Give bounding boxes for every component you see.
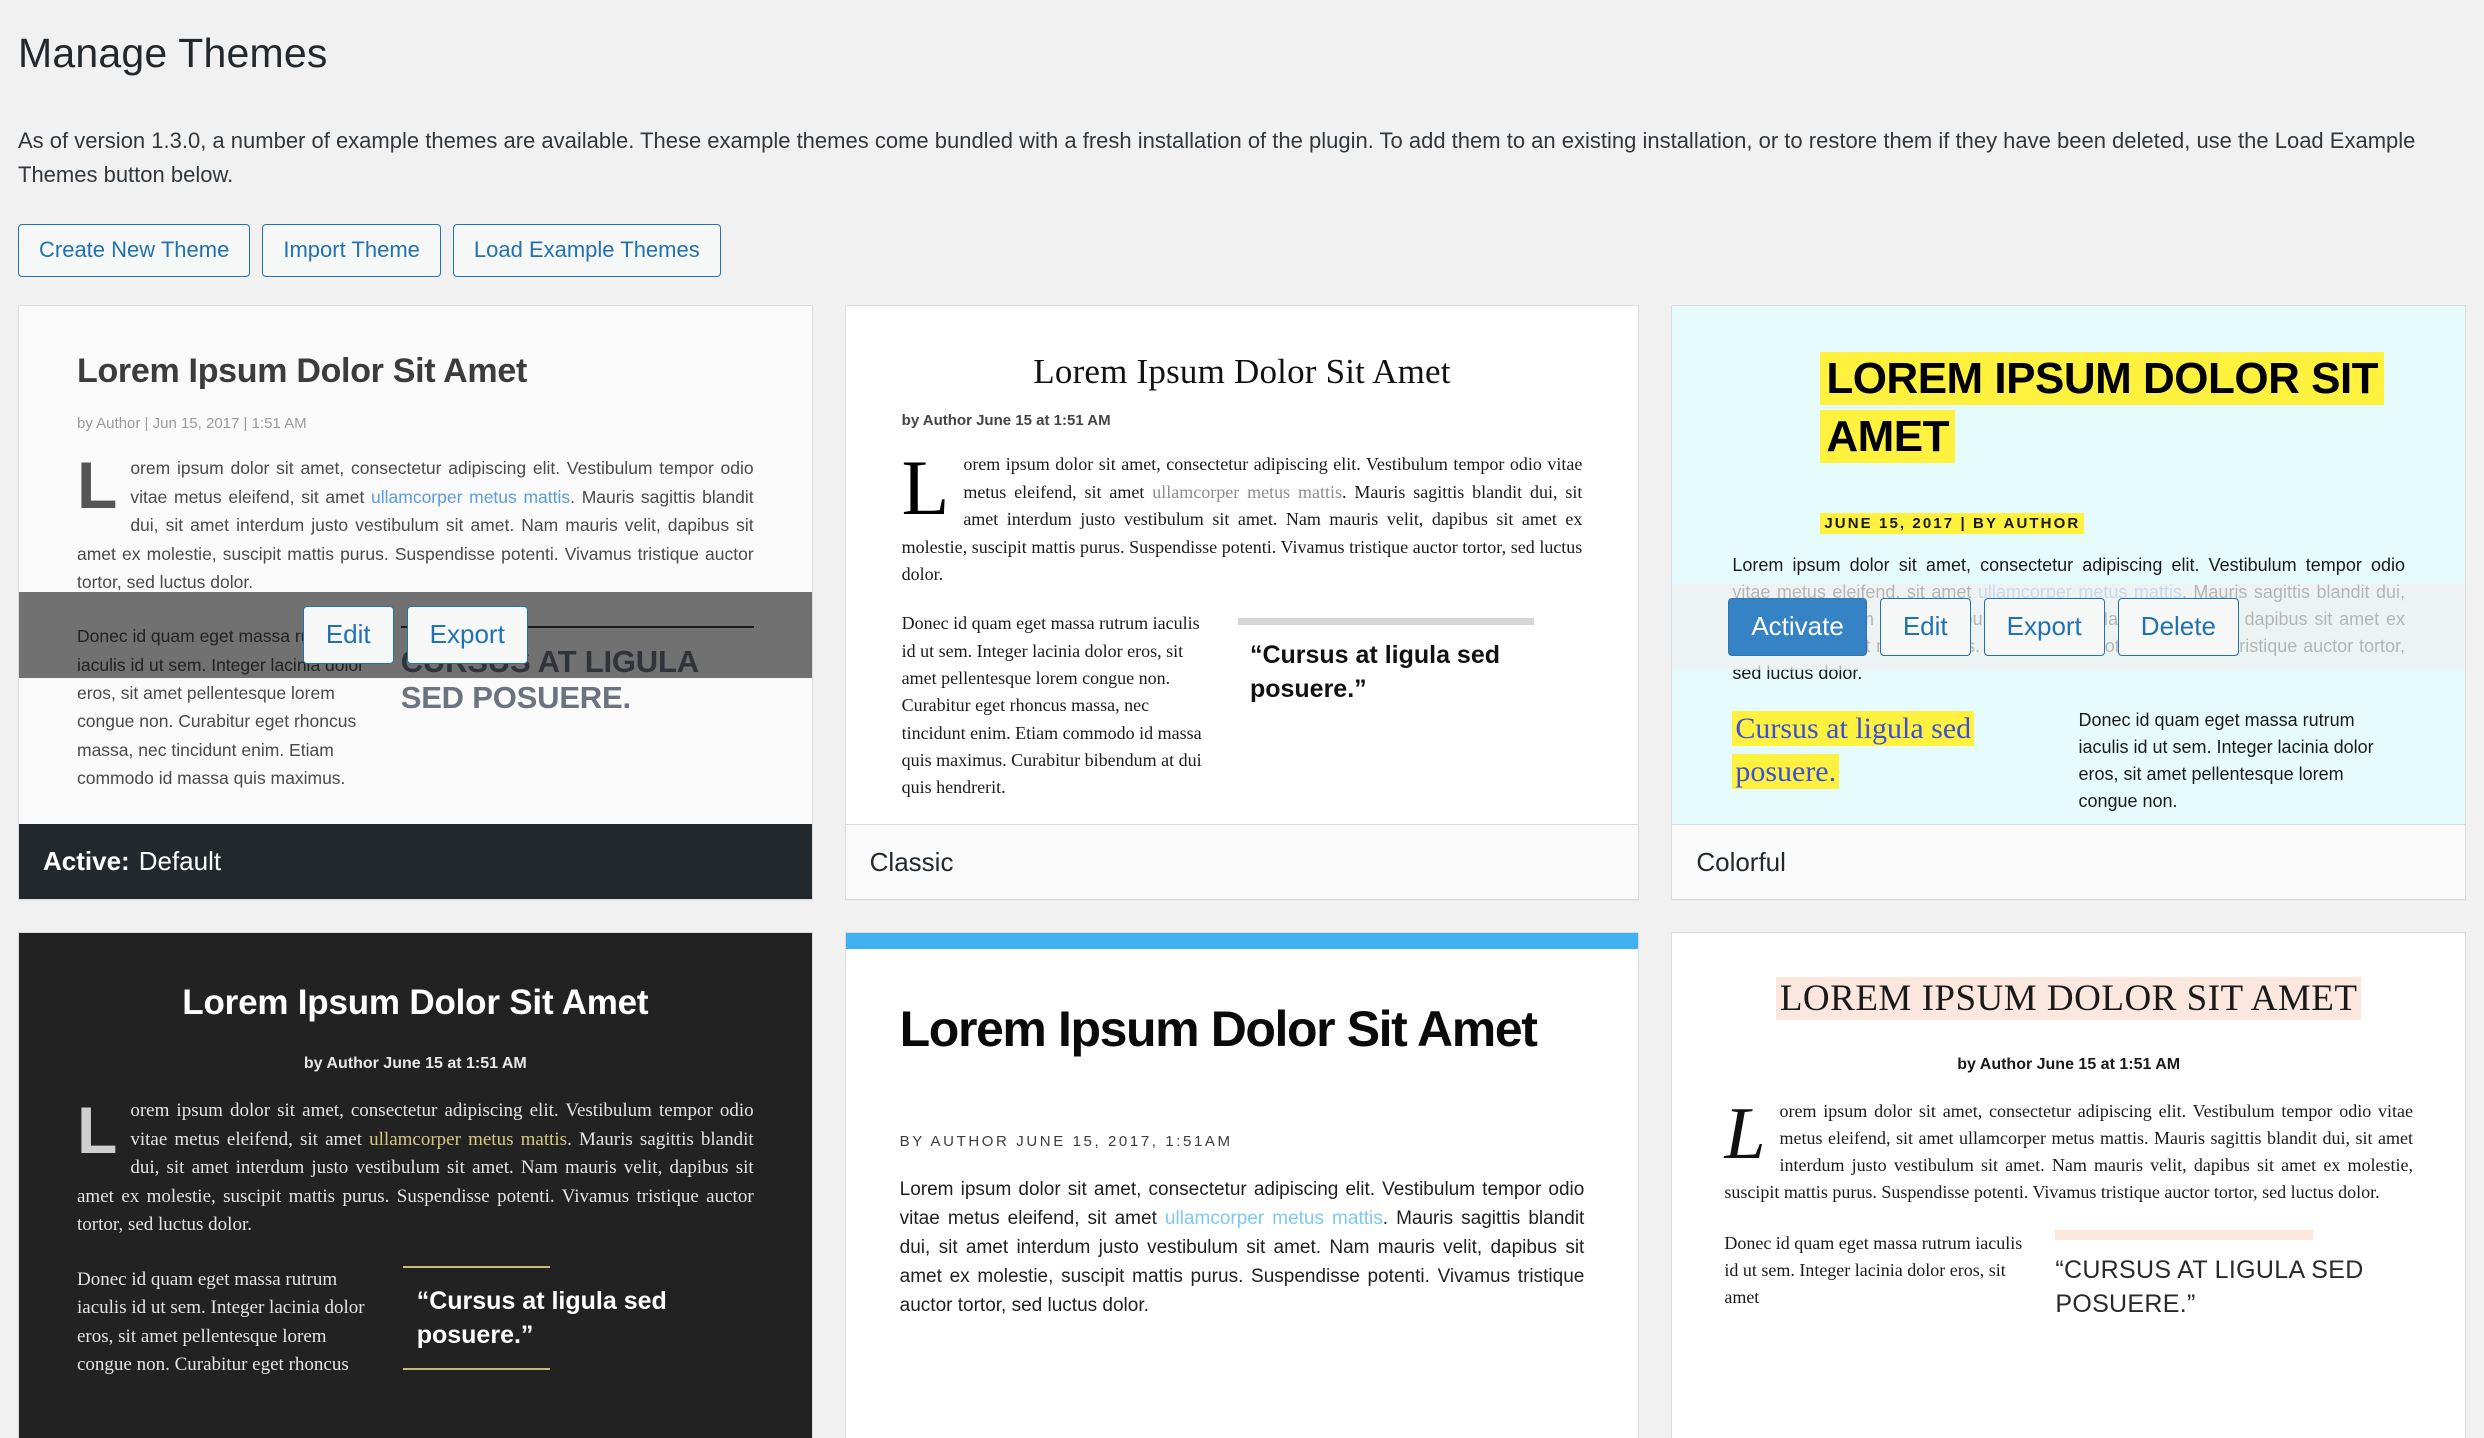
preview-title-wrap: Lorem Ipsum Dolor Sit Amet — [1724, 973, 2413, 1026]
theme-card-dark[interactable]: Lorem Ipsum Dolor Sit Amet by Author Jun… — [18, 932, 813, 1438]
preview-title: Lorem Ipsum Dolor Sit Amet — [77, 352, 527, 391]
import-theme-button[interactable]: Import Theme — [262, 224, 441, 278]
body-link[interactable]: ullamcorper metus mattis — [1152, 482, 1342, 502]
activate-button[interactable]: Activate — [1728, 598, 1867, 657]
quote-rule-bottom — [402, 1367, 551, 1370]
preview-meta: JUNE 15, 2017 | BY AUTHOR — [1820, 512, 2085, 534]
body-link[interactable]: ullamcorper metus mattis — [1165, 1208, 1383, 1229]
preview-meta: BY AUTHOR JUNE 15, 2017, 1:51AM — [899, 1133, 1233, 1151]
theme-preview-elegant: Lorem Ipsum Dolor Sit Amet by Author Jun… — [1672, 933, 2465, 1438]
preview-title: Lorem Ipsum Dolor Sit Amet — [1033, 352, 1451, 392]
create-new-theme-button[interactable]: Create New Theme — [18, 224, 251, 278]
preview-quote: “Cursus at ligula sed posuere.” — [416, 1286, 667, 1349]
preview-quote: “Cursus at ligula sed posuere.” — [1249, 641, 1501, 704]
theme-card-elegant[interactable]: Lorem Ipsum Dolor Sit Amet by Author Jun… — [1671, 932, 2466, 1438]
edit-button[interactable]: Edit — [1879, 598, 1971, 657]
preview-title: Lorem Ipsum Dolor Sit Amet — [1820, 352, 2385, 463]
preview-columns: Donec id quam eget massa rutrum iaculis … — [1724, 1230, 2413, 1322]
theme-name: Colorful — [1696, 846, 1786, 877]
preview-meta: by Author June 15 at 1:51 AM — [303, 1055, 527, 1073]
preview-quote-block: “Cursus at ligula sed posuere.” — [402, 1265, 754, 1380]
theme-card-classic[interactable]: Lorem Ipsum Dolor Sit Amet by Author Jun… — [844, 305, 1640, 901]
preview-quote: Cursus at ligula sed posuere. — [1732, 710, 1975, 790]
preview-meta: by Author June 15 at 1:51 AM — [1957, 1056, 2181, 1074]
preview-columns: Donec id quam eget massa rutrum iaculis … — [902, 610, 1583, 802]
preview-quote-block: “CURSUS AT LIGULA SED POSUERE.” — [2055, 1230, 2413, 1322]
theme-preview-modern: Lorem Ipsum Dolor Sit Amet BY AUTHOR JUN… — [845, 933, 1639, 1438]
accent-topbar — [845, 933, 1639, 950]
body-text-a: orem ipsum dolor sit amet, consectetur a… — [1724, 1101, 2413, 1203]
dropcap: L — [1724, 1093, 1766, 1176]
quote-rule — [1237, 618, 1535, 626]
theme-card-modern[interactable]: Lorem Ipsum Dolor Sit Amet BY AUTHOR JUN… — [844, 932, 1640, 1438]
page-title: Manage Themes — [18, 30, 328, 76]
theme-card-default[interactable]: Lorem Ipsum Dolor Sit Amet by Author | J… — [18, 305, 813, 901]
preview-meta: by Author June 15 at 1:51 AM — [901, 412, 1111, 430]
preview-quote-block: Cursus at ligula sed posuere. — [1732, 707, 2048, 815]
theme-name: Default — [138, 846, 222, 877]
theme-actions-default: Edit Export — [19, 592, 812, 679]
quote-rule — [2055, 1230, 2313, 1241]
preview-inner: Lorem Ipsum Dolor Sit Amet BY AUTHOR JUN… — [846, 949, 1639, 1320]
theme-preview-colorful: Lorem Ipsum Dolor Sit Amet JUNE 15, 2017… — [1672, 306, 2465, 827]
dropcap: L — [901, 444, 950, 532]
edit-button[interactable]: Edit — [302, 606, 394, 665]
preview-quote-block: “Cursus at ligula sed posuere.” — [1237, 610, 1582, 802]
preview-title: Lorem Ipsum Dolor Sit Amet — [899, 1001, 1538, 1058]
manage-themes-page: Manage Themes As of version 1.3.0, a num… — [0, 18, 2484, 1438]
dropcap: L — [77, 1093, 118, 1168]
theme-preview-classic: Lorem Ipsum Dolor Sit Amet by Author Jun… — [845, 306, 1639, 827]
preview-column-text: Donec id quam eget massa rutrum iaculis … — [77, 1268, 365, 1376]
theme-footer-colorful: Colorful — [1672, 824, 2465, 900]
export-button[interactable]: Export — [406, 606, 528, 665]
preview-column-text: Donec id quam eget massa rutrum iaculis … — [901, 613, 1202, 798]
theme-actions-colorful: Activate Edit Export Delete — [1672, 584, 2465, 671]
preview-body: Lorem ipsum dolor sit amet, consectetur … — [77, 1097, 754, 1240]
preview-title: Lorem Ipsum Dolor Sit Amet — [182, 983, 649, 1023]
preview-columns: Donec id quam eget massa rutrum iaculis … — [77, 1265, 754, 1380]
preview-title-wrap: Lorem Ipsum Dolor Sit Amet — [1820, 350, 2405, 464]
preview-title: Lorem Ipsum Dolor Sit Amet — [1775, 977, 2362, 1021]
page-description: As of version 1.3.0, a number of example… — [18, 128, 2416, 188]
body-link[interactable]: ullamcorper metus mattis — [371, 487, 570, 507]
active-label: Active: — [43, 846, 130, 877]
export-button[interactable]: Export — [1983, 598, 2105, 657]
load-example-themes-button[interactable]: Load Example Themes — [452, 224, 721, 278]
quote-rule-top — [402, 1265, 551, 1268]
delete-button[interactable]: Delete — [2117, 598, 2239, 657]
preview-column-text: Donec id quam eget massa rutrum iaculis … — [2078, 709, 2374, 811]
theme-footer-default: Active: Default — [19, 824, 812, 900]
preview-body: Lorem ipsum dolor sit amet, consectetur … — [901, 444, 1583, 588]
preview-meta: by Author | Jun 15, 2017 | 1:51 AM — [77, 415, 307, 433]
theme-grid: Lorem Ipsum Dolor Sit Amet by Author | J… — [18, 305, 2466, 1438]
theme-footer-classic: Classic — [845, 824, 1639, 900]
preview-body: Lorem ipsum dolor sit amet, consectetur … — [900, 1176, 1585, 1320]
preview-quote: “CURSUS AT LIGULA SED POSUERE.” — [2055, 1256, 2364, 1318]
toolbar: Create New Theme Import Theme Load Examp… — [18, 224, 2466, 278]
preview-column-text: Donec id quam eget massa rutrum iaculis … — [1724, 1233, 2023, 1308]
dropcap: L — [77, 448, 118, 523]
body-link[interactable]: ullamcorper metus mattis — [369, 1129, 567, 1150]
theme-name: Classic — [869, 846, 954, 877]
theme-preview-default: Lorem Ipsum Dolor Sit Amet by Author | J… — [19, 306, 812, 827]
preview-body: Lorem ipsum dolor sit amet, consectetur … — [77, 448, 754, 596]
preview-columns: Cursus at ligula sed posuere. Donec id q… — [1732, 707, 2405, 815]
theme-preview-dark: Lorem Ipsum Dolor Sit Amet by Author Jun… — [19, 933, 812, 1438]
preview-body: Lorem ipsum dolor sit amet, consectetur … — [1724, 1093, 2413, 1206]
theme-card-colorful[interactable]: Lorem Ipsum Dolor Sit Amet JUNE 15, 2017… — [1671, 305, 2466, 901]
